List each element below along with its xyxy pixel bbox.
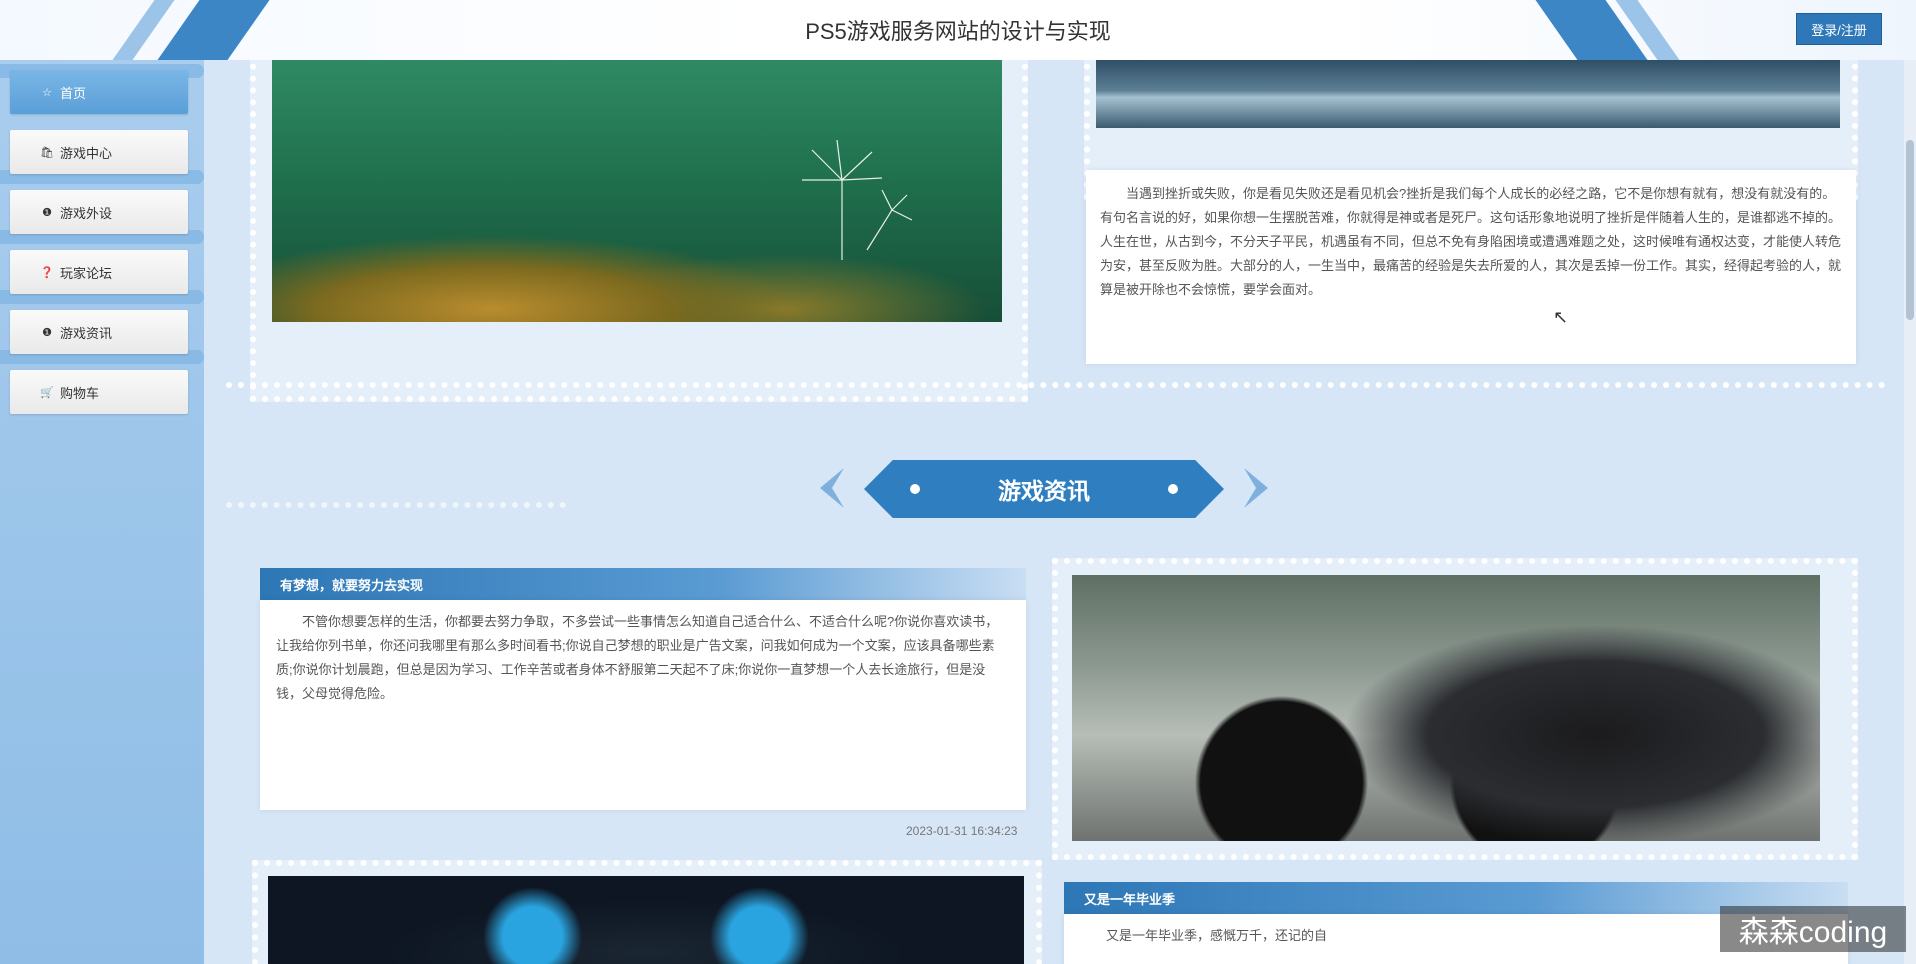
news-body: 不管你想要怎样的生活，你都要去努力争取，不多尝试一些事情怎么知道自己适合什么、不… [276, 614, 999, 701]
intro-text-card: 当遇到挫折或失败，你是看见失败还是看见机会?挫折是我们每个人成长的必经之路，它不… [1086, 170, 1856, 364]
sidebar-item-label: 玩家论坛 [60, 265, 113, 281]
question-circle-icon: ❓ [40, 266, 54, 279]
dot-ornament [910, 484, 920, 494]
scrollbar-thumb[interactable] [1906, 140, 1914, 320]
dandelion-graphic [802, 140, 912, 260]
news-date: 2023-01-31 16:34:23 [906, 824, 1018, 838]
sidebar-item-game-center[interactable]: 🛍 游戏中心 [10, 130, 188, 174]
sidebar-item-label: 游戏资讯 [60, 325, 113, 341]
intro-paragraph: 当遇到挫折或失败，你是看见失败还是看见机会?挫折是我们每个人成长的必经之路，它不… [1100, 186, 1842, 297]
sidebar-item-forum[interactable]: ❓ 玩家论坛 [10, 250, 188, 294]
chevron-right-icon [1244, 468, 1268, 508]
game-art-photo[interactable] [268, 876, 1024, 964]
dotted-divider [226, 502, 566, 508]
news-title[interactable]: 有梦想，就要努力去实现 [260, 568, 1026, 600]
bag-icon: 🛍 [40, 146, 54, 159]
dot-ornament [1168, 484, 1178, 494]
sidebar-item-label: 购物车 [60, 385, 100, 401]
site-title: PS5游戏服务网站的设计与实现 [805, 19, 1111, 44]
moss-photo [272, 60, 1002, 322]
star-icon: ☆ [42, 86, 52, 99]
chevron-left-icon [820, 468, 844, 508]
car-photo[interactable] [1072, 575, 1820, 841]
sidebar-item-label: 首页 [60, 85, 87, 101]
info-circle-icon: ❶ [42, 206, 52, 219]
news-card[interactable]: 不管你想要怎样的生活，你都要去努力争取，不多尝试一些事情怎么知道自己适合什么、不… [260, 600, 1026, 810]
sidebar-item-home[interactable]: ☆ 首页 [10, 70, 188, 114]
lake-photo [1096, 60, 1840, 128]
mouse-cursor-icon: ↖ [1553, 307, 1569, 327]
top-header: PS5游戏服务网站的设计与实现 登录/注册 [0, 0, 1916, 60]
sidebar-item-label: 游戏中心 [60, 145, 113, 161]
sidebar-item-label: 游戏外设 [60, 205, 113, 221]
sidebar-item-cart[interactable]: 🛒 购物车 [10, 370, 188, 414]
cart-icon: 🛒 [40, 386, 54, 399]
watermark: 森森coding [1720, 906, 1906, 952]
login-register-button[interactable]: 登录/注册 [1796, 13, 1882, 45]
sidebar-nav: ☆ 首页 🛍 游戏中心 ❶ 游戏外设 ❓ 玩家论坛 ❶ 游戏资讯 🛒 购物车 [0, 60, 204, 964]
scrollbar[interactable] [1904, 60, 1916, 964]
main-content: 当遇到挫折或失败，你是看见失败还是看见机会?挫折是我们每个人成长的必经之路，它不… [204, 60, 1916, 964]
sidebar-item-news[interactable]: ❶ 游戏资讯 [10, 310, 188, 354]
info-circle-icon: ❶ [42, 326, 52, 339]
section-title-banner: 游戏资讯 [804, 460, 1284, 518]
dotted-divider [226, 382, 1886, 388]
sidebar-item-peripherals[interactable]: ❶ 游戏外设 [10, 190, 188, 234]
